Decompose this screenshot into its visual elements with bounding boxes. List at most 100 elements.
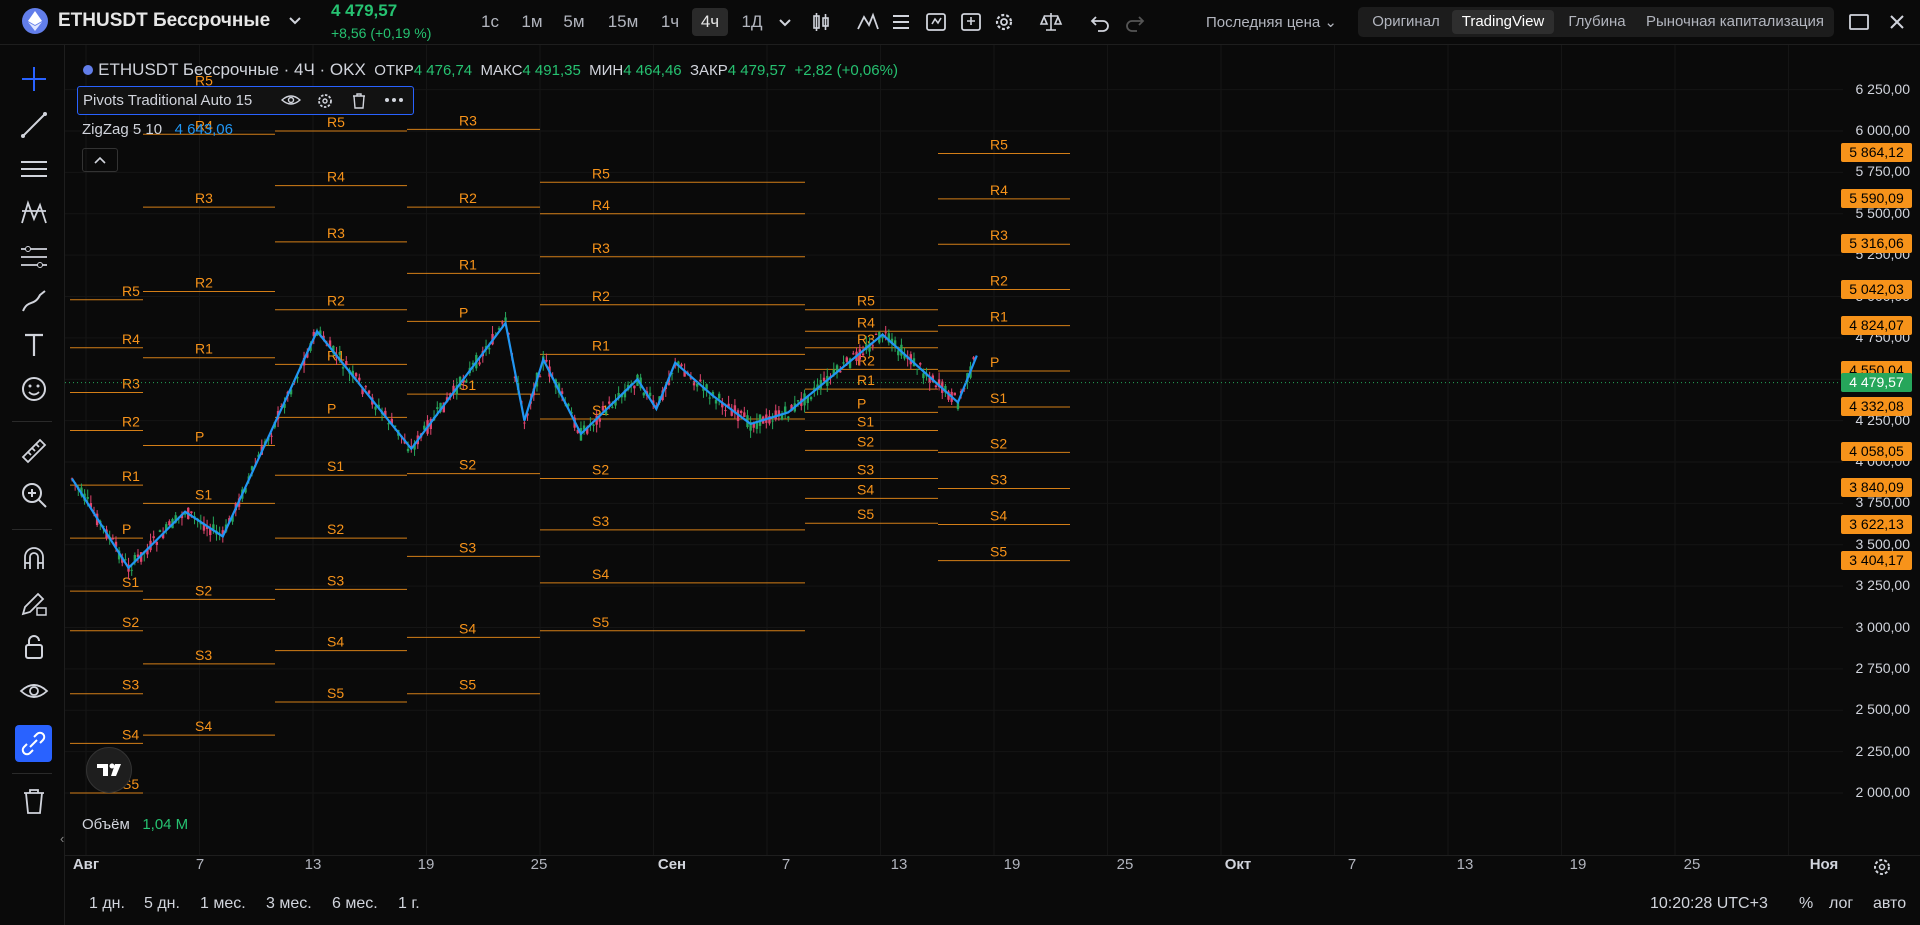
zoom-in-icon[interactable] (18, 479, 50, 511)
candle-body (165, 524, 168, 531)
collapse-legend-button[interactable] (82, 148, 118, 172)
crosshair-icon[interactable] (18, 63, 50, 95)
candle-body (465, 380, 468, 382)
alert-icon[interactable] (923, 9, 949, 35)
candle-body (380, 411, 384, 414)
pencil-lock-icon[interactable] (18, 587, 50, 619)
settings-icon[interactable] (1871, 856, 1893, 878)
fib-icon[interactable] (18, 241, 50, 273)
candle-body (835, 365, 839, 372)
chevron-down-icon[interactable] (772, 9, 798, 35)
price-axis-label: 3 000,00 (1855, 618, 1911, 635)
candle-body (755, 420, 759, 429)
candles-icon[interactable] (808, 9, 834, 35)
lock-icon[interactable] (18, 631, 50, 663)
pivot-label: S2 (990, 435, 1007, 451)
trend-line-icon[interactable] (18, 109, 50, 141)
text-icon[interactable] (18, 329, 50, 361)
current-price-tag: 4 479,57 (1841, 372, 1912, 392)
volume-legend[interactable]: Объём 1,04 M (82, 816, 188, 833)
legend-title[interactable]: ETHUSDT Бессрочные · 4Ч · OKX (98, 60, 366, 79)
candle-body (95, 513, 99, 526)
range-6m[interactable]: 6 мес. (332, 895, 378, 913)
eye-icon[interactable] (281, 92, 301, 108)
chevron-down-icon: ⌄ (1324, 14, 1337, 31)
range-1y[interactable]: 1 г. (398, 895, 420, 913)
collapse-sidebar-icon[interactable]: ‹ (60, 831, 64, 846)
open-label: ОТКР (374, 62, 414, 79)
range-5d[interactable]: 5 дн. (144, 895, 180, 913)
candle-body (358, 377, 361, 381)
more-icon[interactable] (384, 97, 404, 103)
tf-1s[interactable]: 1с (476, 8, 504, 36)
pivot-label: R3 (990, 227, 1008, 243)
close-icon[interactable] (1884, 9, 1910, 35)
view-original[interactable]: Оригинал (1364, 10, 1448, 34)
candle-body (481, 351, 484, 357)
candle-body (717, 393, 721, 399)
pivots-indicator-row[interactable]: Pivots Traditional Auto 15 (77, 86, 414, 115)
candle-body (689, 376, 693, 379)
tf-5m[interactable]: 5м (558, 8, 590, 36)
gear-icon[interactable] (316, 92, 334, 110)
list-icon[interactable] (888, 9, 914, 35)
symbol-name[interactable]: ETHUSDT Бессрочные (58, 10, 270, 32)
tf-1d[interactable]: 1Д (736, 8, 768, 36)
view-depth[interactable]: Глубина (1558, 10, 1636, 34)
time-axis[interactable]: Авг 7 13 19 25 Сен 7 13 19 25 Окт 7 13 19 25 Ноя (65, 855, 1920, 891)
close-value: 4 479,57 (727, 62, 787, 79)
ruler-icon[interactable] (18, 435, 50, 467)
candle-body (909, 354, 913, 365)
price-chart[interactable]: R5R4R3R2R1PS1S2S3S4S5R5R4R3R2R1PS1S2S3S4… (0, 0, 1920, 925)
gear-icon[interactable] (991, 9, 1017, 35)
candle-body (296, 377, 299, 379)
chevron-down-icon[interactable] (287, 12, 303, 28)
redo-icon[interactable] (1122, 9, 1148, 35)
pivot-label: S5 (592, 614, 609, 630)
price-type-select[interactable]: Последняя цена ⌄ (1206, 13, 1337, 31)
tf-1h[interactable]: 1ч (654, 8, 686, 36)
candle-body (648, 392, 652, 397)
fullscreen-icon[interactable] (1846, 9, 1872, 35)
candle-body (806, 395, 809, 403)
percent-toggle[interactable]: % (1799, 895, 1813, 913)
tradingview-logo[interactable] (86, 747, 132, 793)
tf-15m[interactable]: 15м (602, 8, 644, 36)
candle-body (959, 391, 963, 394)
pattern-icon[interactable] (18, 197, 50, 229)
candle-body (947, 391, 950, 400)
trash-icon[interactable] (351, 92, 367, 110)
pivot-label: P (122, 521, 131, 537)
range-1m[interactable]: 1 мес. (200, 895, 246, 913)
view-market-cap[interactable]: Рыночная капитализация (1640, 10, 1830, 34)
time-axis-label: 25 (1116, 856, 1134, 873)
emoji-icon[interactable] (18, 373, 50, 405)
brush-icon[interactable] (18, 285, 50, 317)
range-3m[interactable]: 3 мес. (266, 895, 312, 913)
candle-body (276, 411, 280, 420)
link-tool-button[interactable] (15, 725, 52, 762)
zigzag-legend[interactable]: ZigZag 5 10 4 643,06 (82, 121, 233, 138)
scales-icon[interactable] (1038, 9, 1064, 35)
undo-icon[interactable] (1087, 9, 1113, 35)
time-axis-label: 13 (1456, 856, 1474, 873)
candle-body (586, 426, 589, 434)
tf-4h[interactable]: 4ч (692, 8, 728, 36)
clock[interactable]: 10:20:28 UTC+3 (1650, 895, 1768, 913)
tf-1m[interactable]: 1м (516, 8, 548, 36)
indicators-icon[interactable] (855, 9, 881, 35)
candle-body (224, 524, 228, 532)
trash-icon[interactable] (18, 785, 50, 817)
time-axis-label: 25 (530, 856, 548, 873)
candle-body (105, 529, 108, 539)
candle-body (387, 423, 390, 425)
magnet-icon[interactable] (18, 543, 50, 575)
view-tradingview[interactable]: TradingView (1452, 10, 1554, 34)
replay-icon[interactable] (958, 9, 984, 35)
log-toggle[interactable]: лог (1829, 895, 1853, 913)
auto-toggle[interactable]: авто (1873, 895, 1906, 913)
horizontal-lines-icon[interactable] (18, 153, 50, 185)
range-1d[interactable]: 1 дн. (89, 895, 125, 913)
eye-icon[interactable] (18, 675, 50, 707)
candle-body (858, 349, 861, 360)
